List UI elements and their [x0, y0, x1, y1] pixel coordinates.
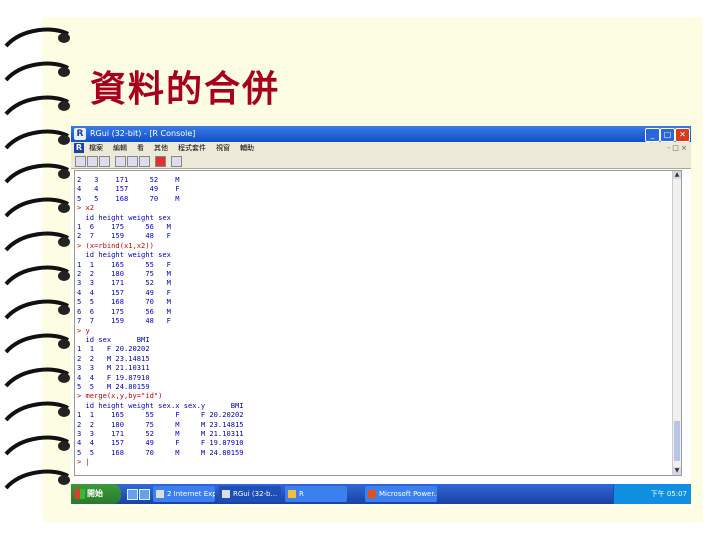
clock[interactable]: 下午 05:07 — [651, 490, 687, 498]
copy-paste-icon[interactable] — [139, 156, 150, 167]
console-line: > merge(x,y,by="id") — [77, 391, 163, 401]
r-menu-icon[interactable]: R — [74, 143, 84, 153]
menu-item[interactable]: 看 — [137, 144, 144, 152]
task-label: Microsoft Power... — [379, 490, 437, 498]
menu-item[interactable]: 檔案 — [89, 144, 103, 152]
open-script-icon[interactable] — [75, 156, 86, 167]
console-line: 3 3 171 52 M M 21.10311 — [77, 428, 244, 438]
console-line: 2 3 171 52 M — [77, 175, 180, 184]
start-label: 開始 — [87, 489, 103, 498]
console-line: 6 6 175 56 M — [77, 306, 171, 316]
spiral-ring-icon — [4, 27, 70, 48]
spiral-ring-icon — [4, 299, 70, 320]
start-button[interactable]: 開始 — [71, 484, 121, 504]
spiral-ring-icon — [4, 61, 70, 82]
maximize-button[interactable]: □ — [660, 128, 675, 142]
minimize-button[interactable]: _ — [645, 128, 660, 142]
task-rgui[interactable]: RGui (32-b... — [219, 486, 281, 502]
menu-item[interactable]: 其他 — [154, 144, 168, 152]
console-line: 7 7 159 48 F — [77, 316, 171, 326]
console-line: id height weight sex — [77, 212, 171, 222]
copy-icon[interactable] — [115, 156, 126, 167]
print-icon[interactable] — [171, 156, 182, 167]
console-line: 1 1 165 55 F — [77, 259, 171, 269]
menu-items: 檔案 編輯 看 其他 程式套件 視窗 輔助 — [89, 142, 264, 154]
task-internet-explorer[interactable]: 2 Internet Exp... — [153, 486, 215, 502]
toolbar — [71, 154, 691, 169]
screenshot-rgui: R RGui (32-bit) - [R Console] _ □ ✕ R 檔案… — [71, 126, 691, 506]
menu-item[interactable]: 程式套件 — [178, 144, 206, 152]
console-line: 2 2 180 75 M M 23.14815 — [77, 419, 244, 429]
mdi-controls[interactable]: - □ × — [668, 142, 687, 154]
system-tray: 下午 05:07 — [613, 484, 691, 504]
spiral-ring-icon — [4, 401, 70, 422]
scroll-up-icon[interactable]: ▲ — [673, 171, 681, 179]
scroll-down-icon[interactable]: ▼ — [673, 467, 681, 475]
menu-item[interactable]: 編輯 — [113, 144, 127, 152]
task-folder-r[interactable]: R — [285, 486, 347, 502]
window-title: RGui (32-bit) - [R Console] — [90, 129, 196, 138]
spiral-ring-icon — [4, 435, 70, 456]
menu-item[interactable]: 視窗 — [216, 144, 230, 152]
console-line: 5 5 168 70 M — [77, 297, 171, 307]
console-line: 4 4 F 19.87910 — [77, 372, 150, 382]
menu-item[interactable]: 輔助 — [240, 144, 254, 152]
spiral-ring-icon — [4, 265, 70, 286]
console-line: 3 3 171 52 M — [77, 278, 171, 288]
console-line: id sex BMI — [77, 334, 150, 344]
task-label: RGui (32-b... — [233, 490, 278, 498]
spiral-ring-icon — [4, 129, 70, 150]
console-scrollbar[interactable]: ▲ ▼ — [672, 171, 681, 475]
console-line: > | — [77, 457, 90, 467]
console-line: 5 5 M 24.80159 — [77, 381, 150, 391]
taskbar: 開始 2 Internet Exp... RGui (32-b... R Mic… — [71, 484, 691, 504]
quicklaunch-ie-icon[interactable] — [127, 489, 138, 500]
task-label: 2 Internet Exp... — [167, 490, 215, 498]
paste-icon[interactable] — [127, 156, 138, 167]
close-button[interactable]: ✕ — [675, 128, 690, 142]
spiral-ring-icon — [4, 469, 70, 490]
save-workspace-icon[interactable] — [99, 156, 110, 167]
ie-icon — [156, 490, 164, 498]
console-line: 4 4 157 49 F — [77, 184, 180, 194]
task-label: R — [299, 490, 304, 498]
quicklaunch-desktop-icon[interactable] — [139, 489, 150, 500]
console-line: 5 5 168 70 M — [77, 193, 180, 203]
spiral-ring-icon — [4, 163, 70, 184]
console-line: 4 4 157 49 F — [77, 287, 171, 297]
console-line: 1 1 165 55 F F 20.20202 — [77, 410, 244, 420]
console-line: 5 5 168 70 M M 24.80159 — [77, 447, 244, 457]
r-icon — [222, 490, 230, 498]
console-line: > (x=rbind(x1,x2)) — [77, 240, 154, 250]
console-line: id height weight sex.x sex.y BMI — [77, 400, 244, 410]
console-line: > x2 — [77, 203, 95, 213]
load-workspace-icon[interactable] — [87, 156, 98, 167]
spiral-ring-icon — [4, 231, 70, 252]
task-powerpoint[interactable]: Microsoft Power... — [365, 486, 437, 502]
window-titlebar[interactable]: R RGui (32-bit) - [R Console] _ □ ✕ — [71, 126, 691, 142]
console-line: 4 4 157 49 F F 19.87910 — [77, 438, 244, 448]
scroll-thumb[interactable] — [674, 421, 680, 461]
console-output: 2 3 171 52 M4 4 157 49 F5 5 168 70 M > x2… — [75, 171, 681, 467]
windows-flag-icon — [75, 489, 85, 499]
console-line: 2 2 M 23.14815 — [77, 353, 150, 363]
slide-title: 資料的合併 — [90, 68, 281, 110]
console-line: 3 3 M 21.10311 — [77, 363, 150, 373]
console-line: 1 1 F 20.20202 — [77, 344, 150, 354]
spiral-ring-icon — [4, 95, 70, 116]
folder-icon — [288, 490, 296, 498]
console-line: id height weight sex — [77, 250, 171, 260]
r-console[interactable]: 2 3 171 52 M4 4 157 49 F5 5 168 70 M > x2… — [74, 170, 682, 476]
spiral-ring-icon — [4, 367, 70, 388]
powerpoint-icon — [368, 490, 376, 498]
console-line: 2 7 159 48 F — [77, 231, 171, 241]
r-logo-icon: R — [74, 128, 86, 140]
stop-icon[interactable] — [155, 156, 166, 167]
console-line: 2 2 180 75 M — [77, 269, 171, 279]
console-line: > y — [77, 325, 90, 335]
spiral-ring-icon — [4, 197, 70, 218]
console-line: 1 6 175 56 M — [77, 222, 171, 232]
spiral-ring-icon — [4, 333, 70, 354]
menu-bar: R 檔案 編輯 看 其他 程式套件 視窗 輔助 - □ × — [71, 142, 691, 154]
